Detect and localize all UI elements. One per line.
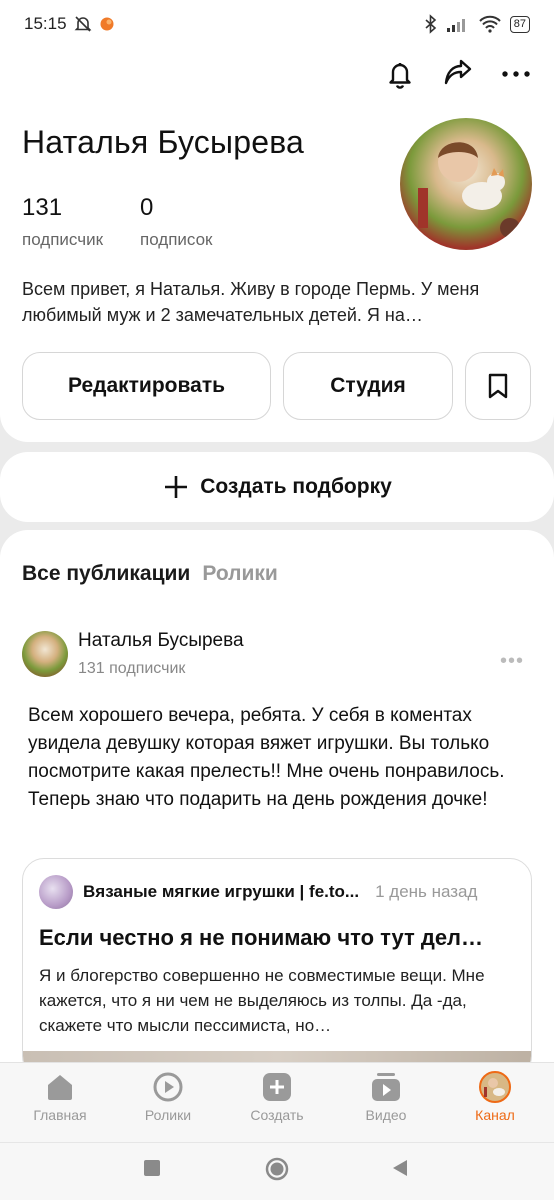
embed-source-row: Вязаные мягкие игрушки | fe.to... 1 день… <box>39 875 519 909</box>
post-author-name[interactable]: Наталья Бусырева <box>78 630 244 652</box>
back-triangle-icon[interactable] <box>390 1158 410 1178</box>
notifications-bell-icon[interactable] <box>384 58 416 90</box>
bottom-navigation: Главная Ролики Создать Видео Канал <box>0 1062 554 1142</box>
header-actions <box>384 58 532 90</box>
channel-avatar-icon <box>479 1071 511 1103</box>
bluetooth-icon <box>425 14 436 34</box>
nav-home-label: Главная <box>33 1107 87 1123</box>
following-count: 0 <box>140 194 154 221</box>
post-more-options-icon[interactable]: ••• <box>500 650 524 673</box>
edit-button[interactable]: Редактировать <box>22 352 271 420</box>
create-icon <box>263 1073 291 1101</box>
bookmark-icon <box>488 373 508 399</box>
plus-icon <box>165 476 188 498</box>
status-bar: 15:15 87 <box>0 0 554 48</box>
tab-clips[interactable]: Ролики <box>202 562 277 586</box>
app-notification-icon <box>100 17 114 31</box>
bookmark-button[interactable] <box>465 352 531 420</box>
home-icon <box>48 1075 72 1100</box>
embed-source-avatar <box>39 875 73 909</box>
nav-channel-label: Канал <box>475 1107 515 1123</box>
create-collection-label: Создать подборку <box>200 475 392 498</box>
clips-icon <box>153 1072 183 1102</box>
recent-apps-icon[interactable] <box>142 1158 162 1178</box>
home-circle-icon[interactable] <box>264 1156 290 1182</box>
post-author[interactable]: Наталья Бусырева 131 подписчик <box>22 630 244 678</box>
embed-time-ago: 1 день назад <box>375 882 478 901</box>
status-time: 15:15 <box>24 14 67 33</box>
share-icon[interactable] <box>442 58 474 90</box>
following-stat[interactable]: 0 подписок <box>140 194 213 250</box>
nav-video[interactable]: Видео <box>331 1071 441 1123</box>
post-author-followers: 131 подписчик <box>78 660 186 677</box>
battery-icon: 87 <box>509 15 530 33</box>
profile-avatar[interactable] <box>400 118 532 250</box>
nav-home[interactable]: Главная <box>5 1071 115 1123</box>
embed-excerpt: Я и блогерство совершенно не совместимые… <box>39 966 485 1035</box>
nav-clips[interactable]: Ролики <box>113 1071 223 1123</box>
following-label: подписок <box>140 230 213 249</box>
followers-label: подписчик <box>22 230 104 249</box>
signal-icon <box>446 19 465 32</box>
profile-bio[interactable]: Всем привет, я Наталья. Живу в городе Пе… <box>22 276 527 328</box>
tab-all-publications[interactable]: Все публикации <box>22 562 190 586</box>
muted-bell-icon <box>74 16 91 32</box>
nav-channel[interactable]: Канал <box>440 1071 550 1123</box>
embed-source-name[interactable]: Вязаные мягкие игрушки | fe.to... <box>83 882 359 902</box>
post-author-avatar[interactable] <box>22 631 68 677</box>
followers-count: 131 <box>22 194 63 221</box>
nav-video-label: Видео <box>365 1107 407 1123</box>
profile-header: Наталья Бусырева 131 подписчик 0 подписо… <box>0 48 554 442</box>
more-options-icon[interactable] <box>500 58 532 90</box>
wifi-icon <box>479 15 501 33</box>
embedded-article-card[interactable]: Вязаные мягкие игрушки | fe.to... 1 день… <box>22 858 532 1078</box>
system-navigation-bar <box>0 1142 554 1200</box>
profile-name: Наталья Бусырева <box>22 124 305 160</box>
nav-clips-label: Ролики <box>144 1107 192 1123</box>
studio-button[interactable]: Студия <box>283 352 453 420</box>
feed-tabs: Все публикации Ролики <box>22 562 278 586</box>
video-icon <box>372 1073 400 1101</box>
followers-stat[interactable]: 131 подписчик <box>22 194 103 250</box>
create-collection-button[interactable]: Создать подборку <box>0 452 554 522</box>
publications-feed: Все публикации Ролики Наталья Бусырева 1… <box>0 530 554 1130</box>
nav-create-label: Создать <box>250 1107 304 1123</box>
post-text: Всем хорошего вечера, ребята. У себя в к… <box>28 705 505 810</box>
nav-create[interactable]: Создать <box>222 1071 332 1123</box>
embed-title: Если честно я не понимаю что тут дел… <box>39 925 484 950</box>
